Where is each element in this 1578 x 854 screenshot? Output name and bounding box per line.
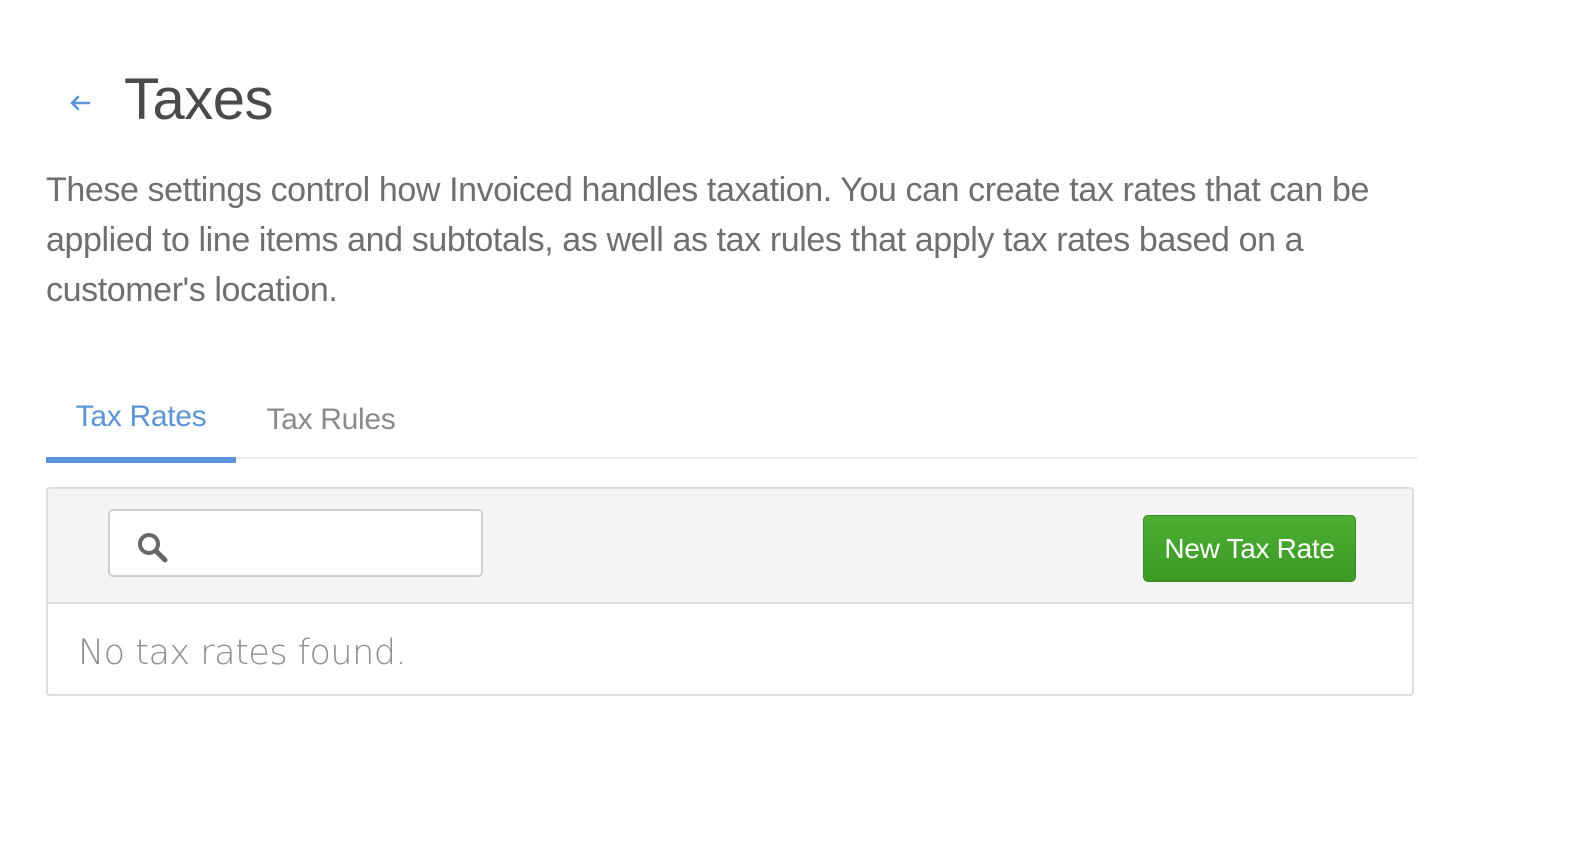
empty-state-message: No tax rates found. [78,633,407,673]
back-button[interactable] [64,88,96,118]
tab-bar: Tax Rates Tax Rules [46,382,1417,463]
page-description: These settings control how Invoiced hand… [46,171,1369,309]
arrow-left-icon [69,95,91,111]
page-title: Taxes [124,67,274,132]
search-icon [136,531,170,565]
page-header: Taxes [46,62,646,142]
new-tax-rate-button[interactable]: New Tax Rate [1143,515,1356,582]
tab-tax-rules[interactable]: Tax Rules [236,382,426,457]
search-input[interactable] [180,519,474,569]
tab-tax-rates[interactable]: Tax Rates [46,382,236,463]
tax-rates-panel: New Tax Rate No tax rates found. [46,487,1414,696]
search-box[interactable] [108,509,483,577]
panel-toolbar: New Tax Rate [48,489,1412,604]
